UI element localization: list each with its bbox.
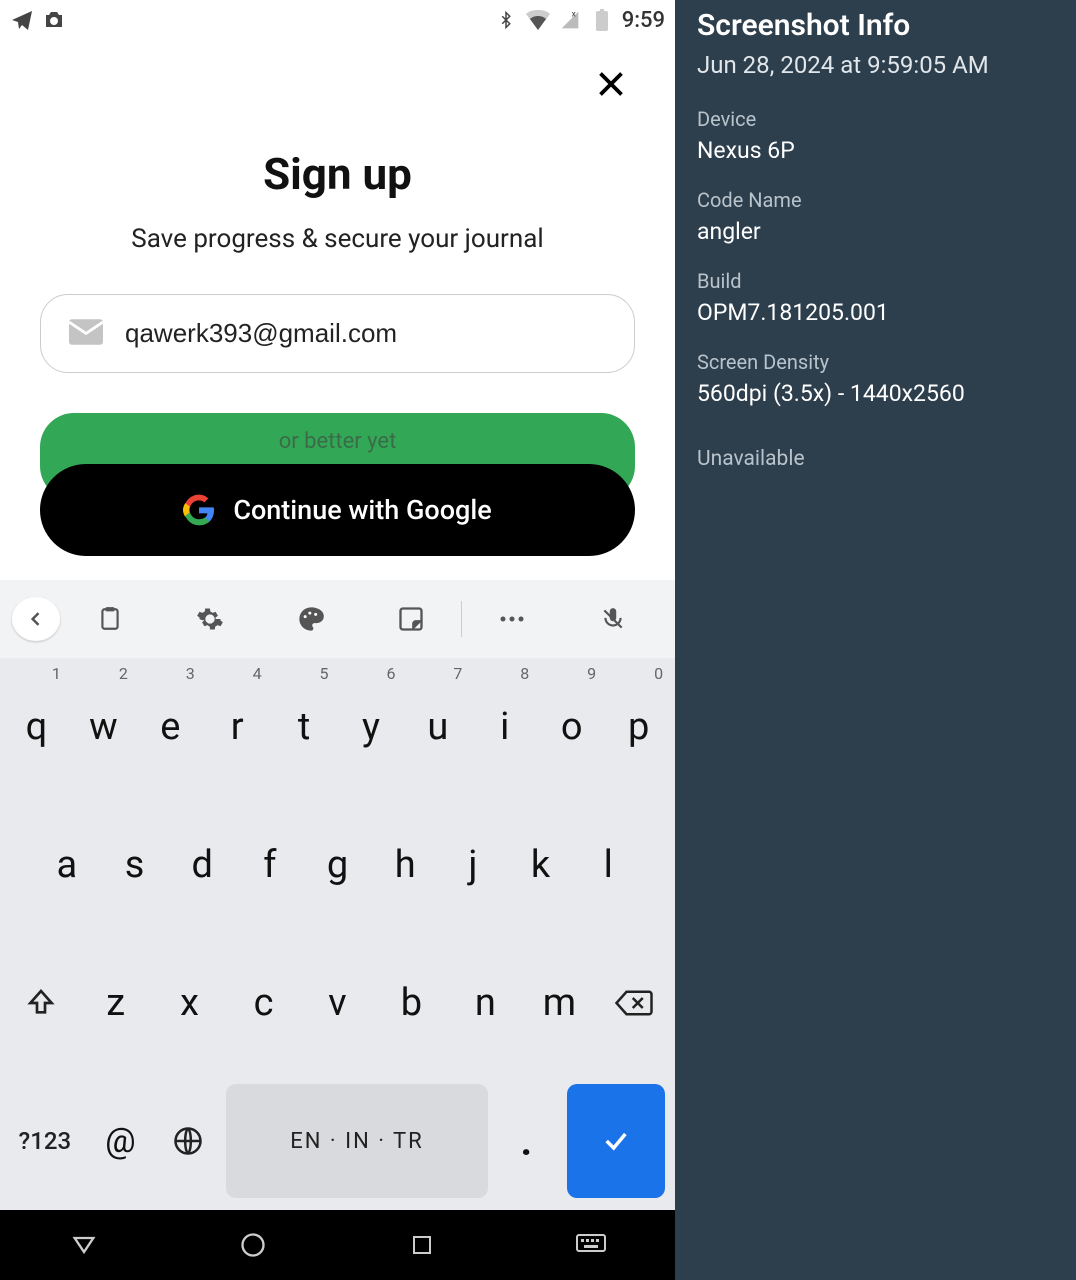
- sticker-icon[interactable]: [361, 605, 461, 633]
- key-v[interactable]: v: [302, 938, 374, 1068]
- key-d[interactable]: d: [169, 800, 235, 930]
- telegram-icon: [10, 8, 34, 32]
- cell-signal-icon: x: [558, 8, 582, 32]
- key-o[interactable]: o9: [539, 662, 604, 792]
- period-key[interactable]: .: [494, 1076, 559, 1206]
- key-h[interactable]: h: [372, 800, 438, 930]
- key-j[interactable]: j: [440, 800, 506, 930]
- at-key[interactable]: @: [88, 1076, 153, 1206]
- android-navbar: [0, 1210, 675, 1280]
- numbers-key[interactable]: ?123: [4, 1076, 86, 1206]
- palette-icon[interactable]: [261, 605, 361, 633]
- nav-keyboard[interactable]: [569, 1223, 613, 1267]
- clipboard-icon[interactable]: [60, 605, 160, 633]
- page-title: Sign up: [40, 148, 635, 200]
- key-r[interactable]: r4: [205, 662, 270, 792]
- info-build-label: Build: [697, 269, 1054, 293]
- key-w[interactable]: w2: [71, 662, 136, 792]
- info-device-label: Device: [697, 107, 1054, 131]
- key-p[interactable]: p0: [606, 662, 671, 792]
- statusbar: x 9:59: [0, 0, 675, 40]
- key-t[interactable]: t5: [272, 662, 337, 792]
- keyboard: q1w2e3r4t5y6u7i8o9p0 asdfghjkl zxcvbnm ?…: [0, 580, 675, 1210]
- key-i[interactable]: i8: [472, 662, 537, 792]
- globe-key[interactable]: [155, 1076, 220, 1206]
- keyboard-toolbar: [0, 580, 675, 658]
- info-density-value: 560dpi (3.5x) - 1440x2560: [697, 380, 1054, 407]
- screenshot-info-panel: Screenshot Info Jun 28, 2024 at 9:59:05 …: [675, 0, 1076, 1280]
- info-unavailable: Unavailable: [697, 447, 1054, 471]
- shift-key[interactable]: [4, 938, 78, 1068]
- info-codename-value: angler: [697, 218, 1054, 245]
- close-button[interactable]: [587, 60, 635, 108]
- email-input[interactable]: [123, 317, 606, 350]
- mic-off-icon[interactable]: [563, 604, 663, 634]
- key-l[interactable]: l: [575, 800, 641, 930]
- wifi-icon: [526, 8, 550, 32]
- backspace-key[interactable]: [597, 938, 671, 1068]
- info-build-value: OPM7.181205.001: [697, 299, 1054, 326]
- key-x[interactable]: x: [154, 938, 226, 1068]
- nav-home[interactable]: [231, 1223, 275, 1267]
- key-s[interactable]: s: [102, 800, 168, 930]
- enter-key[interactable]: [567, 1084, 665, 1198]
- key-a[interactable]: a: [34, 800, 100, 930]
- continue-google-button[interactable]: Continue with Google: [40, 464, 635, 556]
- key-m[interactable]: m: [523, 938, 595, 1068]
- bluetooth-icon: [494, 8, 518, 32]
- key-c[interactable]: c: [228, 938, 300, 1068]
- key-y[interactable]: y6: [339, 662, 404, 792]
- info-timestamp: Jun 28, 2024 at 9:59:05 AM: [697, 51, 1054, 79]
- kb-collapse-button[interactable]: [12, 597, 60, 641]
- page-subtitle: Save progress & secure your journal: [40, 224, 635, 254]
- key-e[interactable]: e3: [138, 662, 203, 792]
- status-time: 9:59: [622, 8, 665, 33]
- key-n[interactable]: n: [449, 938, 521, 1068]
- key-f[interactable]: f: [237, 800, 303, 930]
- info-device-value: Nexus 6P: [697, 137, 1054, 164]
- email-field-wrap[interactable]: [40, 294, 635, 373]
- nav-back[interactable]: [62, 1223, 106, 1267]
- key-k[interactable]: k: [508, 800, 574, 930]
- nav-recent[interactable]: [400, 1223, 444, 1267]
- info-codename-label: Code Name: [697, 188, 1054, 212]
- mail-icon: [69, 319, 103, 349]
- more-icon[interactable]: [462, 614, 562, 624]
- camera-icon: [42, 8, 66, 32]
- battery-icon: [590, 8, 614, 32]
- svg-text:x: x: [571, 10, 575, 20]
- continue-google-label: Continue with Google: [233, 494, 491, 526]
- gear-icon[interactable]: [160, 605, 260, 633]
- key-q[interactable]: q1: [4, 662, 69, 792]
- key-z[interactable]: z: [80, 938, 152, 1068]
- google-logo-icon: [183, 494, 215, 526]
- key-b[interactable]: b: [375, 938, 447, 1068]
- key-g[interactable]: g: [305, 800, 371, 930]
- or-better-text: or better yet: [279, 429, 397, 454]
- info-title: Screenshot Info: [697, 8, 1054, 43]
- info-density-label: Screen Density: [697, 350, 1054, 374]
- key-u[interactable]: u7: [405, 662, 470, 792]
- space-key[interactable]: EN · IN · TR: [226, 1084, 487, 1198]
